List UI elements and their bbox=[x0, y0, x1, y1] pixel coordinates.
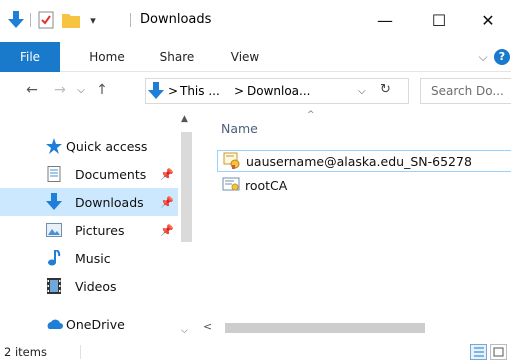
column-header-name[interactable]: ^ Name bbox=[195, 110, 511, 146]
window-title: Downloads bbox=[140, 12, 212, 27]
tab-view[interactable]: View bbox=[220, 42, 270, 72]
tab-share[interactable]: Share bbox=[152, 42, 202, 72]
column-name-label: Name bbox=[221, 121, 258, 136]
videos-icon bbox=[43, 276, 65, 296]
navigation-pane: Quick access Documents 📌 Downloads 📌 Pic… bbox=[0, 110, 195, 342]
nav-item-label: Music bbox=[75, 250, 111, 266]
onedrive-icon bbox=[43, 314, 65, 334]
nav-item-documents[interactable]: Documents 📌 bbox=[0, 160, 178, 188]
star-icon bbox=[43, 136, 65, 156]
certificate-icon bbox=[221, 176, 241, 194]
scroll-down-icon[interactable]: ⌵ bbox=[181, 326, 188, 336]
download-arrow-icon bbox=[6, 8, 26, 32]
nav-item-label: OneDrive bbox=[66, 316, 125, 332]
breadcrumb-separator[interactable]: > bbox=[168, 84, 178, 98]
sort-ascending-icon: ^ bbox=[307, 110, 315, 120]
back-icon[interactable]: ← bbox=[22, 80, 42, 100]
download-icon bbox=[43, 192, 65, 212]
scroll-up-icon[interactable]: ▲ bbox=[181, 114, 188, 124]
properties-icon[interactable] bbox=[36, 8, 56, 32]
pin-icon[interactable]: 📌 bbox=[160, 224, 174, 237]
nav-item-videos[interactable]: Videos bbox=[0, 272, 178, 300]
title-bar: ▾ Downloads — ☐ ✕ bbox=[0, 0, 511, 42]
nav-item-music[interactable]: Music bbox=[0, 244, 178, 272]
maximize-button[interactable]: ☐ bbox=[416, 0, 462, 40]
file-list: ^ Name uausername@alaska.edu_SN-65278 ro… bbox=[195, 110, 511, 342]
forward-icon[interactable]: → bbox=[50, 80, 70, 100]
breadcrumb-this-pc[interactable]: This ... bbox=[180, 84, 220, 98]
address-bar[interactable]: > This ... > Downloa... ⌵ ↻ bbox=[145, 78, 409, 104]
nav-item-quick-access[interactable]: Quick access bbox=[0, 132, 178, 160]
address-dropdown-icon[interactable]: ⌵ bbox=[358, 86, 366, 97]
nav-item-label: Documents bbox=[75, 166, 147, 182]
tab-file[interactable]: File bbox=[0, 42, 60, 72]
status-bar: 2 items bbox=[0, 342, 511, 362]
nav-item-label: Videos bbox=[75, 278, 117, 294]
nav-item-label: Pictures bbox=[75, 222, 125, 238]
details-view-icon[interactable] bbox=[470, 344, 487, 360]
file-name: rootCA bbox=[245, 177, 288, 193]
nav-item-label: Quick access bbox=[66, 138, 148, 154]
nav-item-pictures[interactable]: Pictures 📌 bbox=[0, 216, 178, 244]
file-row[interactable]: uausername@alaska.edu_SN-65278 bbox=[217, 150, 511, 172]
pictures-icon bbox=[43, 220, 65, 240]
pin-icon[interactable]: 📌 bbox=[160, 168, 174, 181]
file-name: uausername@alaska.edu_SN-65278 bbox=[246, 153, 472, 169]
ribbon-tabs: File Home Share View ⌵ ? bbox=[0, 42, 511, 72]
music-icon bbox=[43, 248, 65, 268]
customize-toolbar-icon[interactable]: ▾ bbox=[86, 8, 100, 32]
breadcrumb-separator[interactable]: > bbox=[234, 84, 244, 98]
recent-locations-icon[interactable]: ⌵ bbox=[74, 80, 88, 100]
download-arrow-icon bbox=[148, 82, 164, 103]
nav-item-onedrive[interactable]: OneDrive bbox=[0, 310, 178, 338]
file-row[interactable]: rootCA bbox=[217, 174, 511, 196]
search-placeholder: Search Do... bbox=[431, 84, 504, 98]
up-icon[interactable]: ↑ bbox=[92, 80, 112, 100]
nav-item-downloads[interactable]: Downloads 📌 bbox=[0, 188, 178, 216]
search-box[interactable]: Search Do... bbox=[420, 78, 511, 104]
scroll-left-icon[interactable]: < bbox=[203, 320, 212, 333]
nav-item-label: Downloads bbox=[75, 194, 144, 210]
documents-icon bbox=[43, 164, 65, 184]
help-icon[interactable]: ? bbox=[494, 49, 510, 65]
minimize-button[interactable]: — bbox=[362, 0, 408, 40]
item-count: 2 items bbox=[4, 345, 47, 359]
close-button[interactable]: ✕ bbox=[465, 0, 511, 40]
new-folder-icon[interactable] bbox=[60, 8, 82, 32]
breadcrumb-downloads[interactable]: Downloa... bbox=[247, 84, 310, 98]
scroll-thumb[interactable] bbox=[225, 323, 425, 333]
content-horizontal-scrollbar[interactable]: < bbox=[195, 319, 511, 336]
large-icons-view-icon[interactable] bbox=[490, 344, 507, 360]
navigation-bar: ← → ⌵ ↑ > This ... > Downloa... ⌵ ↻ Sear… bbox=[0, 72, 511, 110]
nav-vertical-scrollbar[interactable]: ▲ ⌵ bbox=[178, 110, 195, 342]
refresh-icon[interactable]: ↻ bbox=[380, 82, 391, 97]
certificate-pfx-icon bbox=[222, 152, 242, 170]
pin-icon[interactable]: 📌 bbox=[160, 196, 174, 209]
tab-home[interactable]: Home bbox=[82, 42, 132, 72]
scroll-thumb[interactable] bbox=[181, 132, 192, 242]
expand-ribbon-icon[interactable]: ⌵ bbox=[474, 42, 492, 72]
